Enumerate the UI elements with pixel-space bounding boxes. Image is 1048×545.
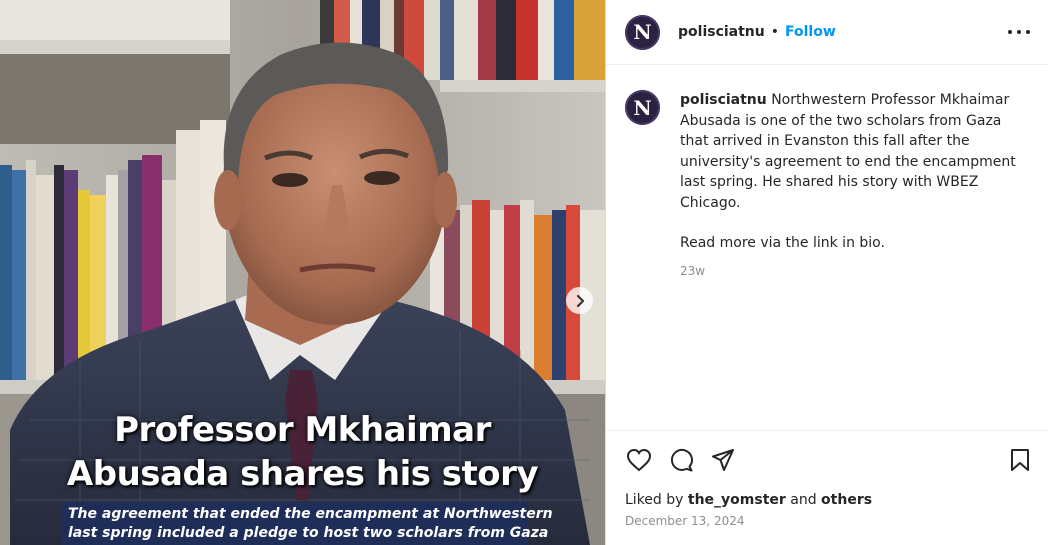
media-title-line2: Abusada shares his story bbox=[66, 454, 539, 494]
chevron-right-icon bbox=[576, 294, 584, 307]
post-sidebar: N polisciatnu • Follow N polisciatnu Nor… bbox=[605, 0, 1048, 545]
separator-dot: • bbox=[770, 24, 780, 40]
save-button[interactable] bbox=[1006, 446, 1034, 474]
comment-icon bbox=[670, 448, 693, 472]
actions-divider bbox=[606, 430, 1048, 431]
next-slide-button[interactable] bbox=[566, 287, 593, 314]
media-subtitle-line1: The agreement that ended the encampment … bbox=[68, 506, 553, 522]
caption-body: polisciatnu Northwestern Professor Mkhai… bbox=[680, 90, 1030, 281]
caption-avatar[interactable]: N bbox=[625, 90, 660, 125]
author-username[interactable]: polisciatnu bbox=[678, 24, 765, 40]
liked-by-user[interactable]: the_yomster bbox=[688, 492, 786, 508]
post-header: N polisciatnu • Follow bbox=[606, 0, 1048, 65]
bookmark-icon bbox=[1011, 449, 1029, 471]
liked-by-others[interactable]: others bbox=[821, 492, 872, 508]
avatar-letter: N bbox=[633, 95, 652, 120]
follow-button[interactable]: Follow bbox=[785, 24, 836, 40]
like-button[interactable] bbox=[625, 446, 653, 474]
liked-by-label: Liked by bbox=[625, 492, 684, 508]
media-subtitle-line2: last spring included a pledge to host tw… bbox=[68, 525, 549, 541]
heart-icon bbox=[626, 448, 652, 472]
liked-and-label: and bbox=[790, 492, 817, 508]
post-date[interactable]: December 13, 2024 bbox=[625, 514, 744, 528]
media-title-line1: Professor Mkhaimar bbox=[114, 410, 491, 450]
post-media[interactable]: Professor Mkhaimar Abusada shares his st… bbox=[0, 0, 605, 545]
caption-read-more: Read more via the link in bio. bbox=[680, 235, 885, 251]
comment-button[interactable] bbox=[667, 446, 695, 474]
caption-text: Northwestern Professor Mkhaimar Abusada … bbox=[680, 92, 1016, 211]
author-avatar[interactable]: N bbox=[625, 14, 660, 50]
share-button[interactable] bbox=[709, 446, 737, 474]
caption-username[interactable]: polisciatnu bbox=[680, 92, 767, 108]
post-caption: N polisciatnu Northwestern Professor Mkh… bbox=[625, 90, 1030, 281]
instagram-post-view: Professor Mkhaimar Abusada shares his st… bbox=[0, 0, 1048, 545]
caption-timestamp[interactable]: 23w bbox=[680, 261, 1030, 282]
action-icons bbox=[625, 446, 737, 474]
more-options-icon[interactable] bbox=[1008, 22, 1030, 42]
share-icon bbox=[712, 449, 734, 471]
likes-summary: Liked by the_yomster and others bbox=[625, 492, 872, 508]
avatar-letter: N bbox=[633, 20, 652, 44]
